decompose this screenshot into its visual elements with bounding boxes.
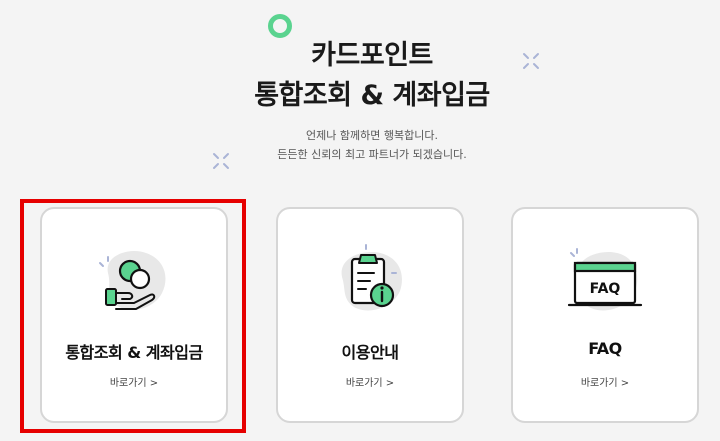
card-title: FAQ [588,339,622,358]
card-link-shortcut[interactable]: 바로가기 > [278,374,462,389]
card-integrated-inquiry[interactable]: 통합조회 & 계좌입금 바로가기 > [40,207,228,423]
hero-title: 카드포인트 통합조회 & 계좌입금 [0,36,720,116]
hero-subtitle: 언제나 함께하면 행복합니다. 든든한 신뢰의 최고 파트너가 되겠습니다. [0,126,720,164]
card-title: 이용안내 [341,343,399,362]
clipboard-info-icon [341,244,402,311]
hero-subtitle-line2: 든든한 신뢰의 최고 파트너가 되겠습니다. [277,148,467,161]
card-title: 통합조회 & 계좌입금 [65,343,203,362]
coin-hand-icon [99,251,166,310]
card-usage-guide[interactable]: 이용안내 바로가기 > [276,207,464,423]
hero-subtitle-line1: 언제나 함께하면 행복합니다. [306,129,438,142]
faq-window-icon: FAQ [567,248,643,311]
hero-title-line2: 통합조회 & 계좌입금 [254,80,490,111]
faq-window-label: FAQ [590,281,621,297]
hero-title-line1: 카드포인트 [311,40,433,71]
card-link-shortcut[interactable]: 바로가기 > [42,374,226,389]
decorative-ring [268,14,292,38]
card-faq[interactable]: FAQ FAQ 바로가기 > [511,207,699,423]
card-link-shortcut[interactable]: 바로가기 > [513,374,697,389]
